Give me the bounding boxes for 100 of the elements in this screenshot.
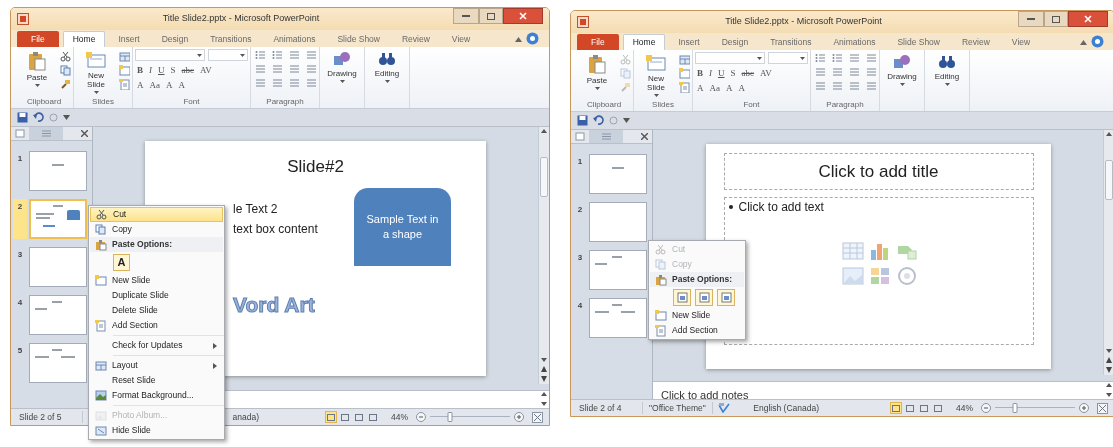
zoom-out-icon[interactable]: [981, 403, 991, 413]
layout-icon[interactable]: [119, 51, 130, 62]
close-button[interactable]: [503, 8, 543, 24]
copy-icon[interactable]: [60, 65, 71, 76]
scroll-thumb[interactable]: [540, 157, 548, 197]
ribbon-tab[interactable]: Animations: [824, 34, 885, 50]
font-format-button[interactable]: abc: [181, 64, 195, 76]
paste-button[interactable]: Paste: [17, 49, 57, 87]
ribbon-tab[interactable]: Transitions: [761, 34, 821, 50]
slide-thumbnail[interactable]: [589, 298, 647, 338]
slide-thumbnail[interactable]: [29, 247, 87, 287]
language-indicator[interactable]: English (Canada): [753, 402, 819, 413]
view-button[interactable]: [339, 411, 351, 423]
menu-item[interactable]: Add Section: [90, 318, 223, 333]
menu-item[interactable]: Hide Slide: [90, 423, 223, 438]
fit-to-window-icon[interactable]: [1097, 402, 1108, 414]
chart-icon[interactable]: [868, 241, 891, 261]
drawing-button[interactable]: Drawing: [882, 52, 922, 86]
help-icon[interactable]: [1091, 35, 1104, 48]
ribbon-tab[interactable]: Insert: [669, 34, 709, 50]
font-format-button[interactable]: A: [137, 79, 144, 91]
slide-thumbnail[interactable]: [589, 154, 647, 194]
scroll-up-icon[interactable]: [541, 129, 547, 133]
file-tab[interactable]: File: [577, 34, 619, 50]
app-icon[interactable]: [17, 13, 29, 25]
section-icon[interactable]: [119, 79, 130, 90]
font-format-button[interactable]: AV: [200, 64, 212, 76]
title-placeholder[interactable]: Click to add title: [723, 153, 1034, 190]
ribbon-tab[interactable]: Design: [152, 31, 198, 47]
help-icon[interactable]: [526, 32, 539, 45]
menu-item[interactable]: Format Background...: [90, 388, 223, 403]
notes-pane[interactable]: Click to add notes: [653, 381, 1113, 399]
paste-option-button[interactable]: [717, 289, 735, 306]
menu-item[interactable]: Reset Slide: [90, 373, 223, 388]
notes-scroll-icon[interactable]: [1106, 383, 1112, 397]
ribbon-tab[interactable]: Home: [622, 34, 666, 50]
view-button[interactable]: [890, 402, 902, 414]
font-format-button[interactable]: A: [738, 82, 745, 94]
zoom-slider[interactable]: [995, 403, 1075, 413]
ribbon-tab[interactable]: Insert: [109, 31, 149, 47]
menu-item[interactable]: Copy: [90, 222, 223, 237]
numbered-list-icon[interactable]: [272, 50, 283, 60]
editing-button[interactable]: Editing: [367, 49, 407, 83]
paste-option-button[interactable]: A: [113, 254, 130, 271]
layout-icon[interactable]: [679, 54, 690, 65]
slide-thumbnail[interactable]: [29, 295, 87, 335]
view-button[interactable]: [904, 402, 916, 414]
ribbon-tab[interactable]: Home: [62, 31, 106, 47]
ribbon-tab[interactable]: Slide Show: [328, 31, 389, 47]
next-slide-icon[interactable]: [1106, 367, 1112, 373]
menu-item[interactable]: Delete Slide: [90, 303, 223, 318]
close-button[interactable]: [1068, 11, 1108, 27]
menu-item[interactable]: Cut: [90, 207, 223, 222]
scroll-thumb[interactable]: [1105, 160, 1113, 200]
ribbon-tab[interactable]: View: [1002, 34, 1040, 50]
editing-button[interactable]: Editing: [927, 52, 967, 86]
font-format-button[interactable]: A: [178, 79, 185, 91]
notes-scroll-icon[interactable]: [541, 392, 547, 406]
undo-icon[interactable]: [33, 112, 44, 123]
zoom-in-icon[interactable]: [514, 412, 524, 422]
font-format-button[interactable]: B: [137, 64, 143, 76]
theme-name[interactable]: "Office Theme": [649, 402, 706, 413]
customize-icon[interactable]: [63, 115, 70, 120]
zoom-in-icon[interactable]: [1079, 403, 1089, 413]
ribbon-tab[interactable]: Slide Show: [888, 34, 949, 50]
view-button[interactable]: [918, 402, 930, 414]
zoom-out-icon[interactable]: [416, 412, 426, 422]
font-format-button[interactable]: S: [730, 67, 736, 79]
view-button[interactable]: [325, 411, 337, 423]
font-format-button[interactable]: Aa: [709, 82, 720, 94]
scroll-down-icon[interactable]: [541, 358, 547, 362]
media-icon[interactable]: [895, 266, 918, 286]
fit-to-window-icon[interactable]: [532, 411, 543, 423]
file-tab[interactable]: File: [17, 31, 59, 47]
collapse-ribbon-icon[interactable]: [1080, 40, 1087, 45]
slides-tab-icon[interactable]: [15, 129, 25, 138]
minimize-button[interactable]: [1018, 11, 1044, 27]
font-size-field[interactable]: [768, 52, 808, 64]
ribbon-tab[interactable]: Animations: [264, 31, 325, 47]
menu-item[interactable]: Layout: [90, 358, 223, 373]
font-format-button[interactable]: A: [697, 82, 704, 94]
ribbon-tab[interactable]: Review: [393, 31, 439, 47]
ribbon-tab[interactable]: Review: [953, 34, 999, 50]
previous-slide-icon[interactable]: [541, 366, 547, 372]
next-slide-icon[interactable]: [541, 376, 547, 382]
font-format-button[interactable]: I: [149, 64, 152, 76]
font-format-button[interactable]: U: [158, 64, 165, 76]
language-indicator[interactable]: anada): [232, 411, 259, 422]
font-name-field[interactable]: [135, 49, 205, 61]
zoom-level[interactable]: 44%: [956, 401, 973, 415]
save-icon[interactable]: [577, 115, 588, 126]
slides-tab-icon[interactable]: [575, 132, 585, 141]
bulleted-list-icon[interactable]: [255, 50, 266, 60]
menu-item[interactable]: Duplicate Slide: [90, 288, 223, 303]
close-icon[interactable]: [81, 130, 88, 137]
slide-thumbnail[interactable]: [589, 202, 647, 242]
save-icon[interactable]: [17, 112, 28, 123]
font-format-button[interactable]: AV: [760, 67, 772, 79]
redo-icon[interactable]: [609, 116, 618, 125]
paste-option-button[interactable]: [695, 289, 713, 306]
